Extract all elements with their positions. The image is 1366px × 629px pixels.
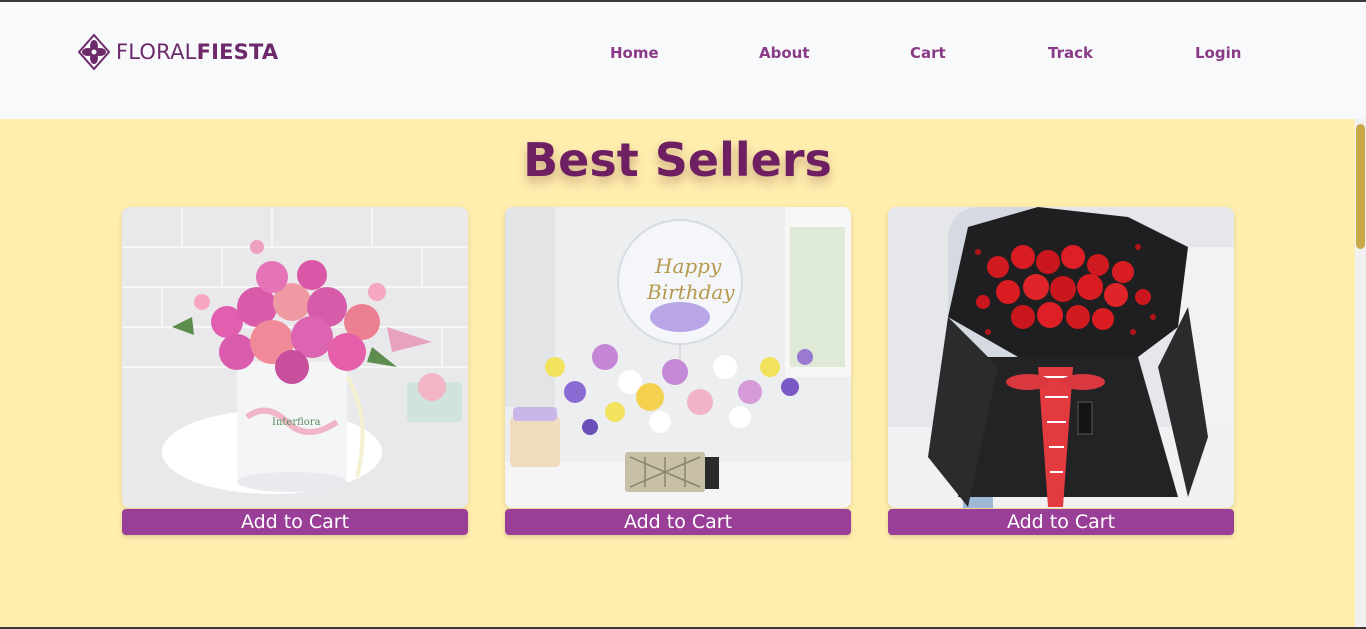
product-card: Interflora Add to Cart	[122, 207, 468, 535]
svg-text:Happy: Happy	[654, 254, 722, 278]
scrollbar-thumb[interactable]	[1356, 124, 1365, 249]
brand-name: FLORALFIESTA	[116, 40, 278, 64]
add-to-cart-button[interactable]: Add to Cart	[122, 509, 468, 535]
product-card: Add to Cart	[888, 207, 1234, 535]
flower-diamond-icon	[78, 34, 110, 70]
page-scrollbar[interactable]	[1355, 119, 1366, 629]
brand-logo[interactable]: FLORALFIESTA	[78, 34, 278, 70]
add-to-cart-button[interactable]: Add to Cart	[505, 509, 851, 535]
product-image[interactable]: Happy Birthday	[505, 207, 851, 508]
red-roses-black-wrap-bouquet	[888, 207, 1234, 508]
add-to-cart-button[interactable]: Add to Cart	[888, 509, 1234, 535]
svg-text:Birthday: Birthday	[646, 280, 735, 304]
product-image[interactable]	[888, 207, 1234, 508]
section-title: Best Sellers	[523, 133, 832, 187]
nav-home-link[interactable]: Home	[610, 44, 659, 62]
product-card: Happy Birthday Add to Cart	[505, 207, 851, 535]
nav-cart-link[interactable]: Cart	[910, 44, 946, 62]
svg-text:Interflora: Interflora	[272, 417, 321, 428]
navbar: FLORALFIESTA Home About Cart Track Login	[0, 2, 1366, 119]
nav-track-link[interactable]: Track	[1048, 44, 1093, 62]
pink-roses-box-bouquet: Interflora	[122, 207, 468, 508]
brand-name-bold: FIESTA	[196, 40, 279, 64]
birthday-balloon-flower-basket: Happy Birthday	[505, 207, 851, 508]
nav-login-link[interactable]: Login	[1195, 44, 1241, 62]
product-image[interactable]: Interflora	[122, 207, 468, 508]
brand-name-light: FLORAL	[116, 40, 197, 64]
nav-about-link[interactable]: About	[759, 44, 810, 62]
best-sellers-section: Best Sellers Interflora Add to Cart Happ…	[0, 119, 1355, 629]
